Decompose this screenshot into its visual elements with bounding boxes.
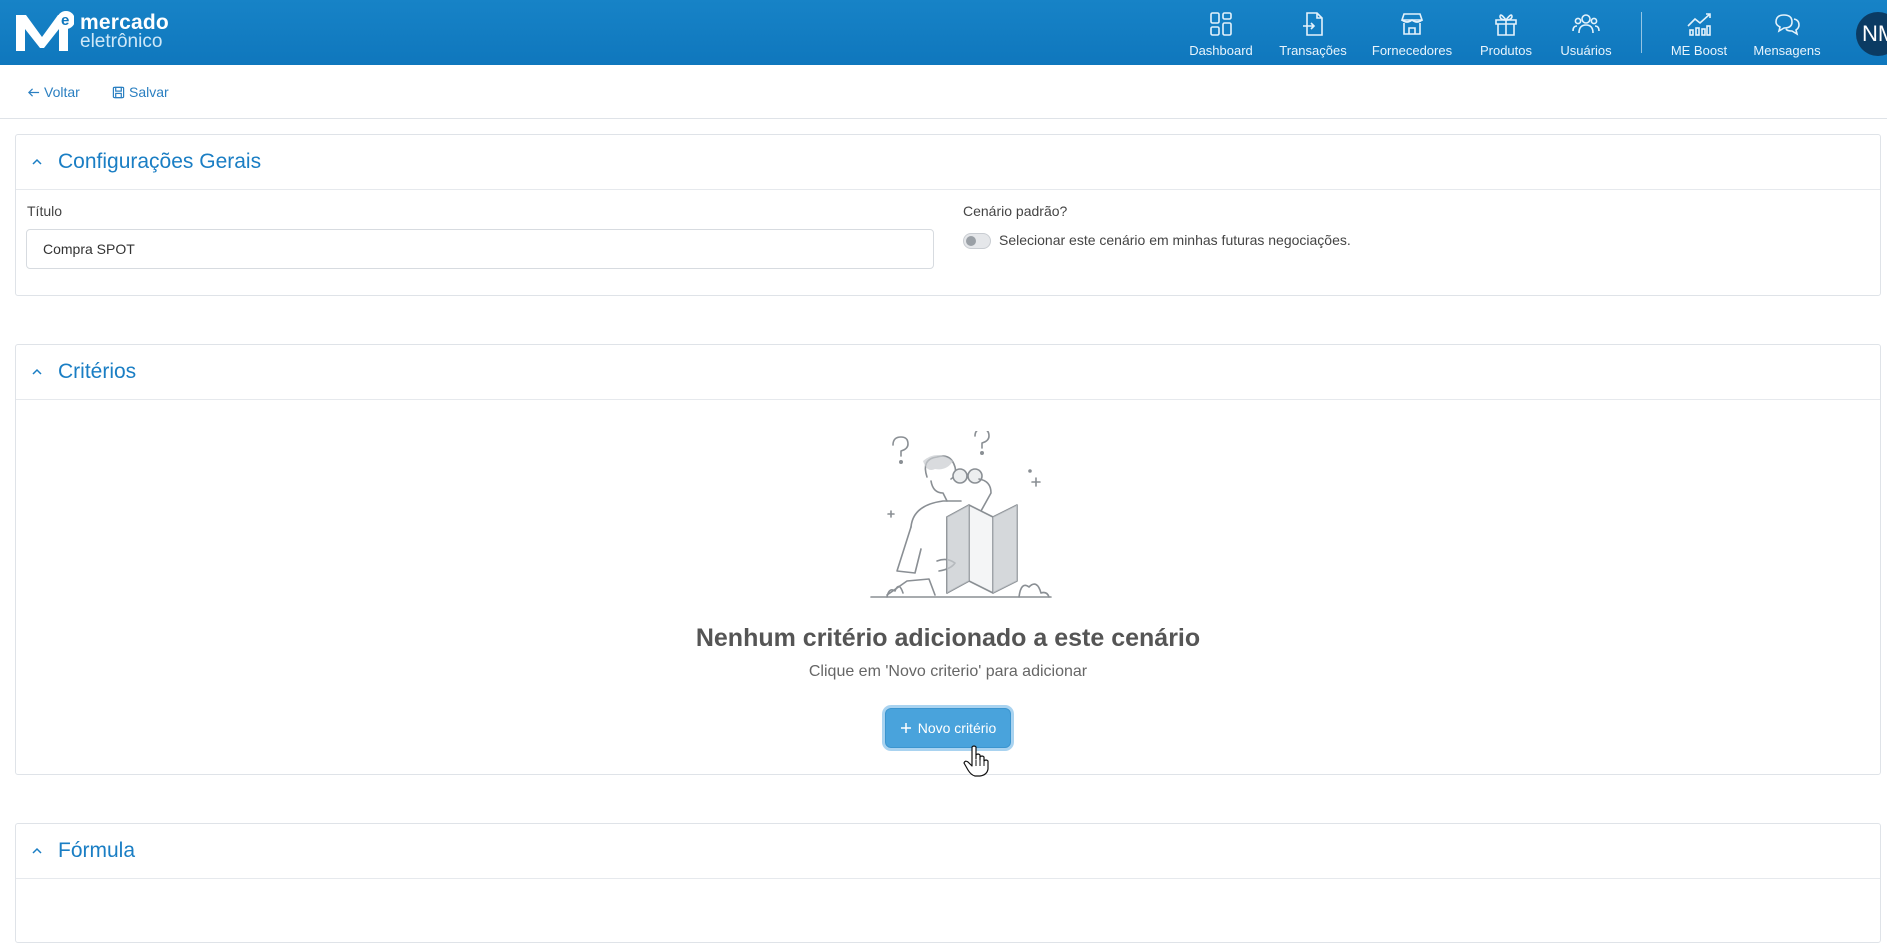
formula-header[interactable]: Fórmula <box>16 824 1880 879</box>
back-button[interactable]: Voltar <box>27 84 80 100</box>
chevron-up-icon <box>32 847 42 854</box>
svg-text:e: e <box>61 12 69 29</box>
brand-logo[interactable]: e mercado eletrônico <box>14 11 169 53</box>
nav-me-boost[interactable]: ME Boost <box>1668 0 1730 65</box>
nav-divider <box>1641 12 1642 53</box>
document-arrow-icon <box>1303 12 1323 36</box>
save-button[interactable]: Salvar <box>112 84 169 100</box>
back-button-label: Voltar <box>44 84 80 100</box>
brand-line-1: mercado <box>80 11 169 34</box>
new-criterion-button[interactable]: Novo critério <box>885 708 1011 748</box>
empty-state-illustration <box>870 431 1052 598</box>
toggle-knob <box>966 236 976 246</box>
nav-produtos[interactable]: Produtos <box>1476 0 1536 65</box>
title-field-label: Título <box>27 203 63 219</box>
plus-icon <box>900 723 911 733</box>
formula-card: Fórmula <box>15 823 1881 943</box>
nav-transacoes-label: Transações <box>1279 43 1347 58</box>
chevron-up-icon <box>32 158 42 165</box>
save-button-label: Salvar <box>129 84 169 100</box>
general-settings-header[interactable]: Configurações Gerais <box>16 135 1880 190</box>
nav-usuarios-label: Usuários <box>1560 43 1612 58</box>
empty-state-subtitle: Clique em 'Novo criterio' para adicionar <box>808 663 1088 680</box>
store-icon <box>1400 13 1424 35</box>
users-icon <box>1572 14 1600 34</box>
empty-state-title: Nenhum critério adicionado a este cenári… <box>695 624 1201 652</box>
nav-me-boost-label: ME Boost <box>1670 43 1728 58</box>
nav-dashboard-label: Dashboard <box>1189 43 1253 58</box>
action-bar: Voltar Salvar <box>0 65 1887 119</box>
criteria-card: Critérios Nenhum critério adicionado a e… <box>15 344 1881 777</box>
default-scenario-toggle[interactable] <box>963 233 991 249</box>
criteria-header[interactable]: Critérios <box>16 345 1880 400</box>
dashboard-icon <box>1210 12 1232 36</box>
default-scenario-toggle-text: Selecionar este cenário em minhas futura… <box>999 232 1351 248</box>
user-avatar[interactable]: NM <box>1856 12 1887 56</box>
chart-line-icon <box>1687 13 1711 36</box>
logo-mark: e <box>14 11 75 53</box>
nav-usuarios[interactable]: Usuários <box>1558 0 1614 65</box>
box-icon <box>1495 14 1517 36</box>
general-settings-title: Configurações Gerais <box>58 150 262 173</box>
formula-title: Fórmula <box>58 839 136 862</box>
criteria-title: Critérios <box>58 360 137 383</box>
hand-cursor-icon <box>963 745 989 777</box>
nav-fornecedores[interactable]: Fornecedores <box>1372 0 1452 65</box>
default-scenario-label: Cenário padrão? <box>963 203 1068 219</box>
nav-fornecedores-label: Fornecedores <box>1371 43 1453 58</box>
nav-transacoes[interactable]: Transações <box>1279 0 1347 65</box>
brand-line-2: eletrônico <box>80 31 163 52</box>
top-navigation-bar: e mercado eletrônico Dashboard Transaçõe… <box>0 0 1887 65</box>
general-settings-card: Configurações Gerais Título Compra SPOT … <box>15 134 1881 296</box>
floppy-disk-icon <box>112 86 125 98</box>
chevron-up-icon <box>32 368 42 375</box>
title-input[interactable]: Compra SPOT <box>26 229 934 269</box>
nav-dashboard[interactable]: Dashboard <box>1188 0 1254 65</box>
nav-produtos-label: Produtos <box>1479 43 1533 58</box>
new-criterion-button-label: Novo critério <box>917 720 997 736</box>
nav-mensagens[interactable]: Mensagens <box>1752 0 1822 65</box>
nav-mensagens-label: Mensagens <box>1753 43 1821 58</box>
arrow-left-icon <box>28 87 40 97</box>
chat-bubbles-icon <box>1775 14 1800 36</box>
